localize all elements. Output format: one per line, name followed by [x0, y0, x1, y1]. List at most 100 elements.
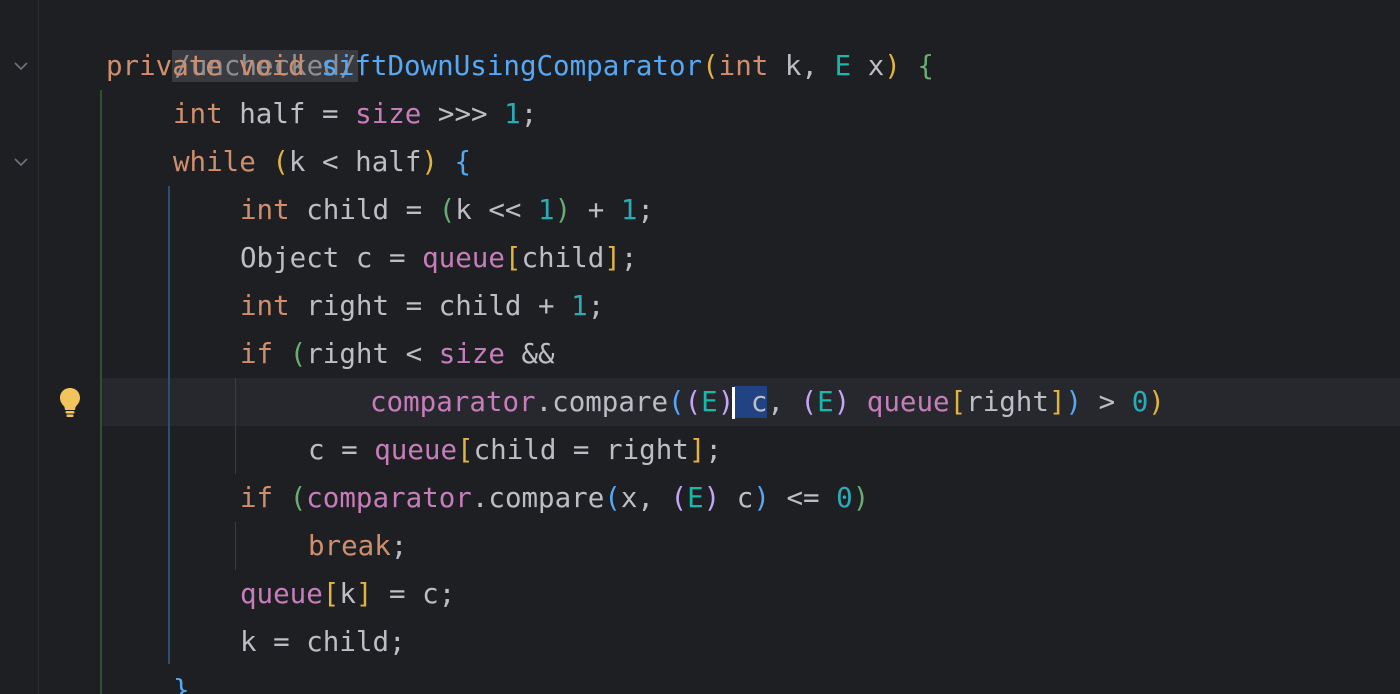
- field: queue: [866, 386, 950, 418]
- keyword: break: [308, 530, 391, 562]
- code-text: ;: [637, 194, 654, 226]
- code-line[interactable]: private void siftDownUsingComparator(int…: [106, 42, 934, 90]
- code-line-current[interactable]: comparator.compare((E) c, (E) queue[righ…: [370, 378, 1165, 426]
- code-text: child =: [306, 194, 439, 226]
- code-text: <=: [769, 482, 837, 514]
- code-text: >: [1082, 386, 1132, 418]
- variable: c: [750, 386, 768, 418]
- paren: ): [554, 194, 572, 226]
- method-call: .compare: [535, 386, 669, 418]
- code-line[interactable]: c = queue[child = right];: [308, 426, 722, 474]
- paren: (: [670, 482, 688, 514]
- indent-guide: [100, 90, 102, 694]
- code-text: child: [521, 242, 605, 274]
- number: 0: [836, 482, 853, 514]
- type-parameter: E: [701, 386, 718, 418]
- code-line[interactable]: }: [173, 666, 190, 694]
- code-text: c: [720, 482, 754, 514]
- paren: (: [438, 194, 456, 226]
- bracket: [: [322, 578, 340, 610]
- parameter: x: [867, 50, 885, 82]
- keyword: while: [173, 146, 256, 178]
- code-editor[interactable]: /unchecked/ private void siftDownUsingCo…: [0, 0, 1400, 694]
- code-text: c =: [308, 434, 375, 466]
- field: queue: [374, 434, 458, 466]
- keyword: int: [718, 50, 769, 82]
- code-line[interactable]: int half = size >>> 1;: [173, 90, 537, 138]
- paren: (: [289, 482, 307, 514]
- code-text: Object c =: [240, 242, 423, 274]
- code-text: half =: [239, 98, 356, 130]
- field: queue: [240, 578, 323, 610]
- code-text: ;: [587, 290, 605, 322]
- lightbulb-icon[interactable]: [58, 386, 82, 418]
- paren: (: [604, 482, 621, 514]
- paren: (: [289, 338, 307, 370]
- bracket: ]: [1048, 386, 1066, 418]
- code-line[interactable]: if (comparator.compare(x, (E) c) <= 0): [240, 474, 869, 522]
- text-caret: [732, 387, 736, 419]
- code-line[interactable]: int child = (k << 1) + 1;: [240, 186, 654, 234]
- code-line[interactable]: Object c = queue[child];: [240, 234, 637, 282]
- type-parameter: E: [817, 386, 834, 418]
- field: size: [438, 338, 505, 370]
- bracket: [: [457, 434, 474, 466]
- indent-guide: [235, 522, 236, 570]
- code-line[interactable]: if (right < size &&: [240, 330, 555, 378]
- paren: ): [1065, 386, 1083, 418]
- code-text: >>>: [421, 98, 505, 130]
- code-text: +: [571, 194, 621, 226]
- code-text: ;: [520, 98, 538, 130]
- number: 1: [620, 194, 638, 226]
- paren: (: [684, 386, 702, 418]
- code-text: right: [966, 386, 1049, 418]
- paren: ): [833, 386, 851, 418]
- keyword: if: [240, 338, 274, 370]
- indent-guide: [235, 378, 236, 474]
- brace: {: [454, 146, 472, 178]
- paren: (: [272, 146, 289, 178]
- keyword: if: [240, 482, 274, 514]
- method-name: siftDownUsingComparator: [321, 50, 703, 82]
- gutter-divider: [38, 0, 39, 694]
- code-line[interactable]: /unchecked/: [106, 0, 359, 82]
- fold-chevron-icon[interactable]: [12, 60, 30, 72]
- field: size: [355, 98, 422, 130]
- method-call: .compare: [471, 482, 605, 514]
- bracket: [: [949, 386, 967, 418]
- code-line[interactable]: int right = child + 1;: [240, 282, 604, 330]
- keyword: int: [240, 194, 290, 226]
- field: comparator: [370, 386, 536, 418]
- brace: {: [917, 50, 934, 82]
- fold-chevron-icon[interactable]: [12, 156, 30, 168]
- code-text: ,: [767, 386, 801, 418]
- number: 0: [1131, 386, 1149, 418]
- paren: (: [800, 386, 818, 418]
- code-text: k < half: [288, 146, 422, 178]
- code-line[interactable]: while (k < half) {: [173, 138, 471, 186]
- number: 1: [538, 194, 555, 226]
- code-text: k = child;: [240, 626, 406, 658]
- code-text: ;: [620, 242, 638, 274]
- paren: ): [703, 482, 721, 514]
- code-text: ;: [390, 530, 408, 562]
- paren: (: [702, 50, 719, 82]
- keyword: private: [106, 50, 222, 82]
- code-line[interactable]: k = child;: [240, 618, 406, 666]
- gutter[interactable]: [0, 0, 100, 694]
- paren: ): [884, 50, 901, 82]
- selection: c: [732, 386, 768, 419]
- code-text: k: [339, 578, 356, 610]
- number: 1: [571, 290, 588, 322]
- code-line[interactable]: break;: [308, 522, 407, 570]
- code-line[interactable]: queue[k] = c;: [240, 570, 455, 618]
- type-parameter: E: [834, 50, 852, 82]
- number: 1: [504, 98, 521, 130]
- bracket: ]: [604, 242, 621, 274]
- code-text: right <: [306, 338, 439, 370]
- type-parameter: E: [687, 482, 704, 514]
- brace: }: [173, 674, 190, 694]
- field: comparator: [306, 482, 472, 514]
- bracket: [: [504, 242, 522, 274]
- code-text: &&: [504, 338, 555, 370]
